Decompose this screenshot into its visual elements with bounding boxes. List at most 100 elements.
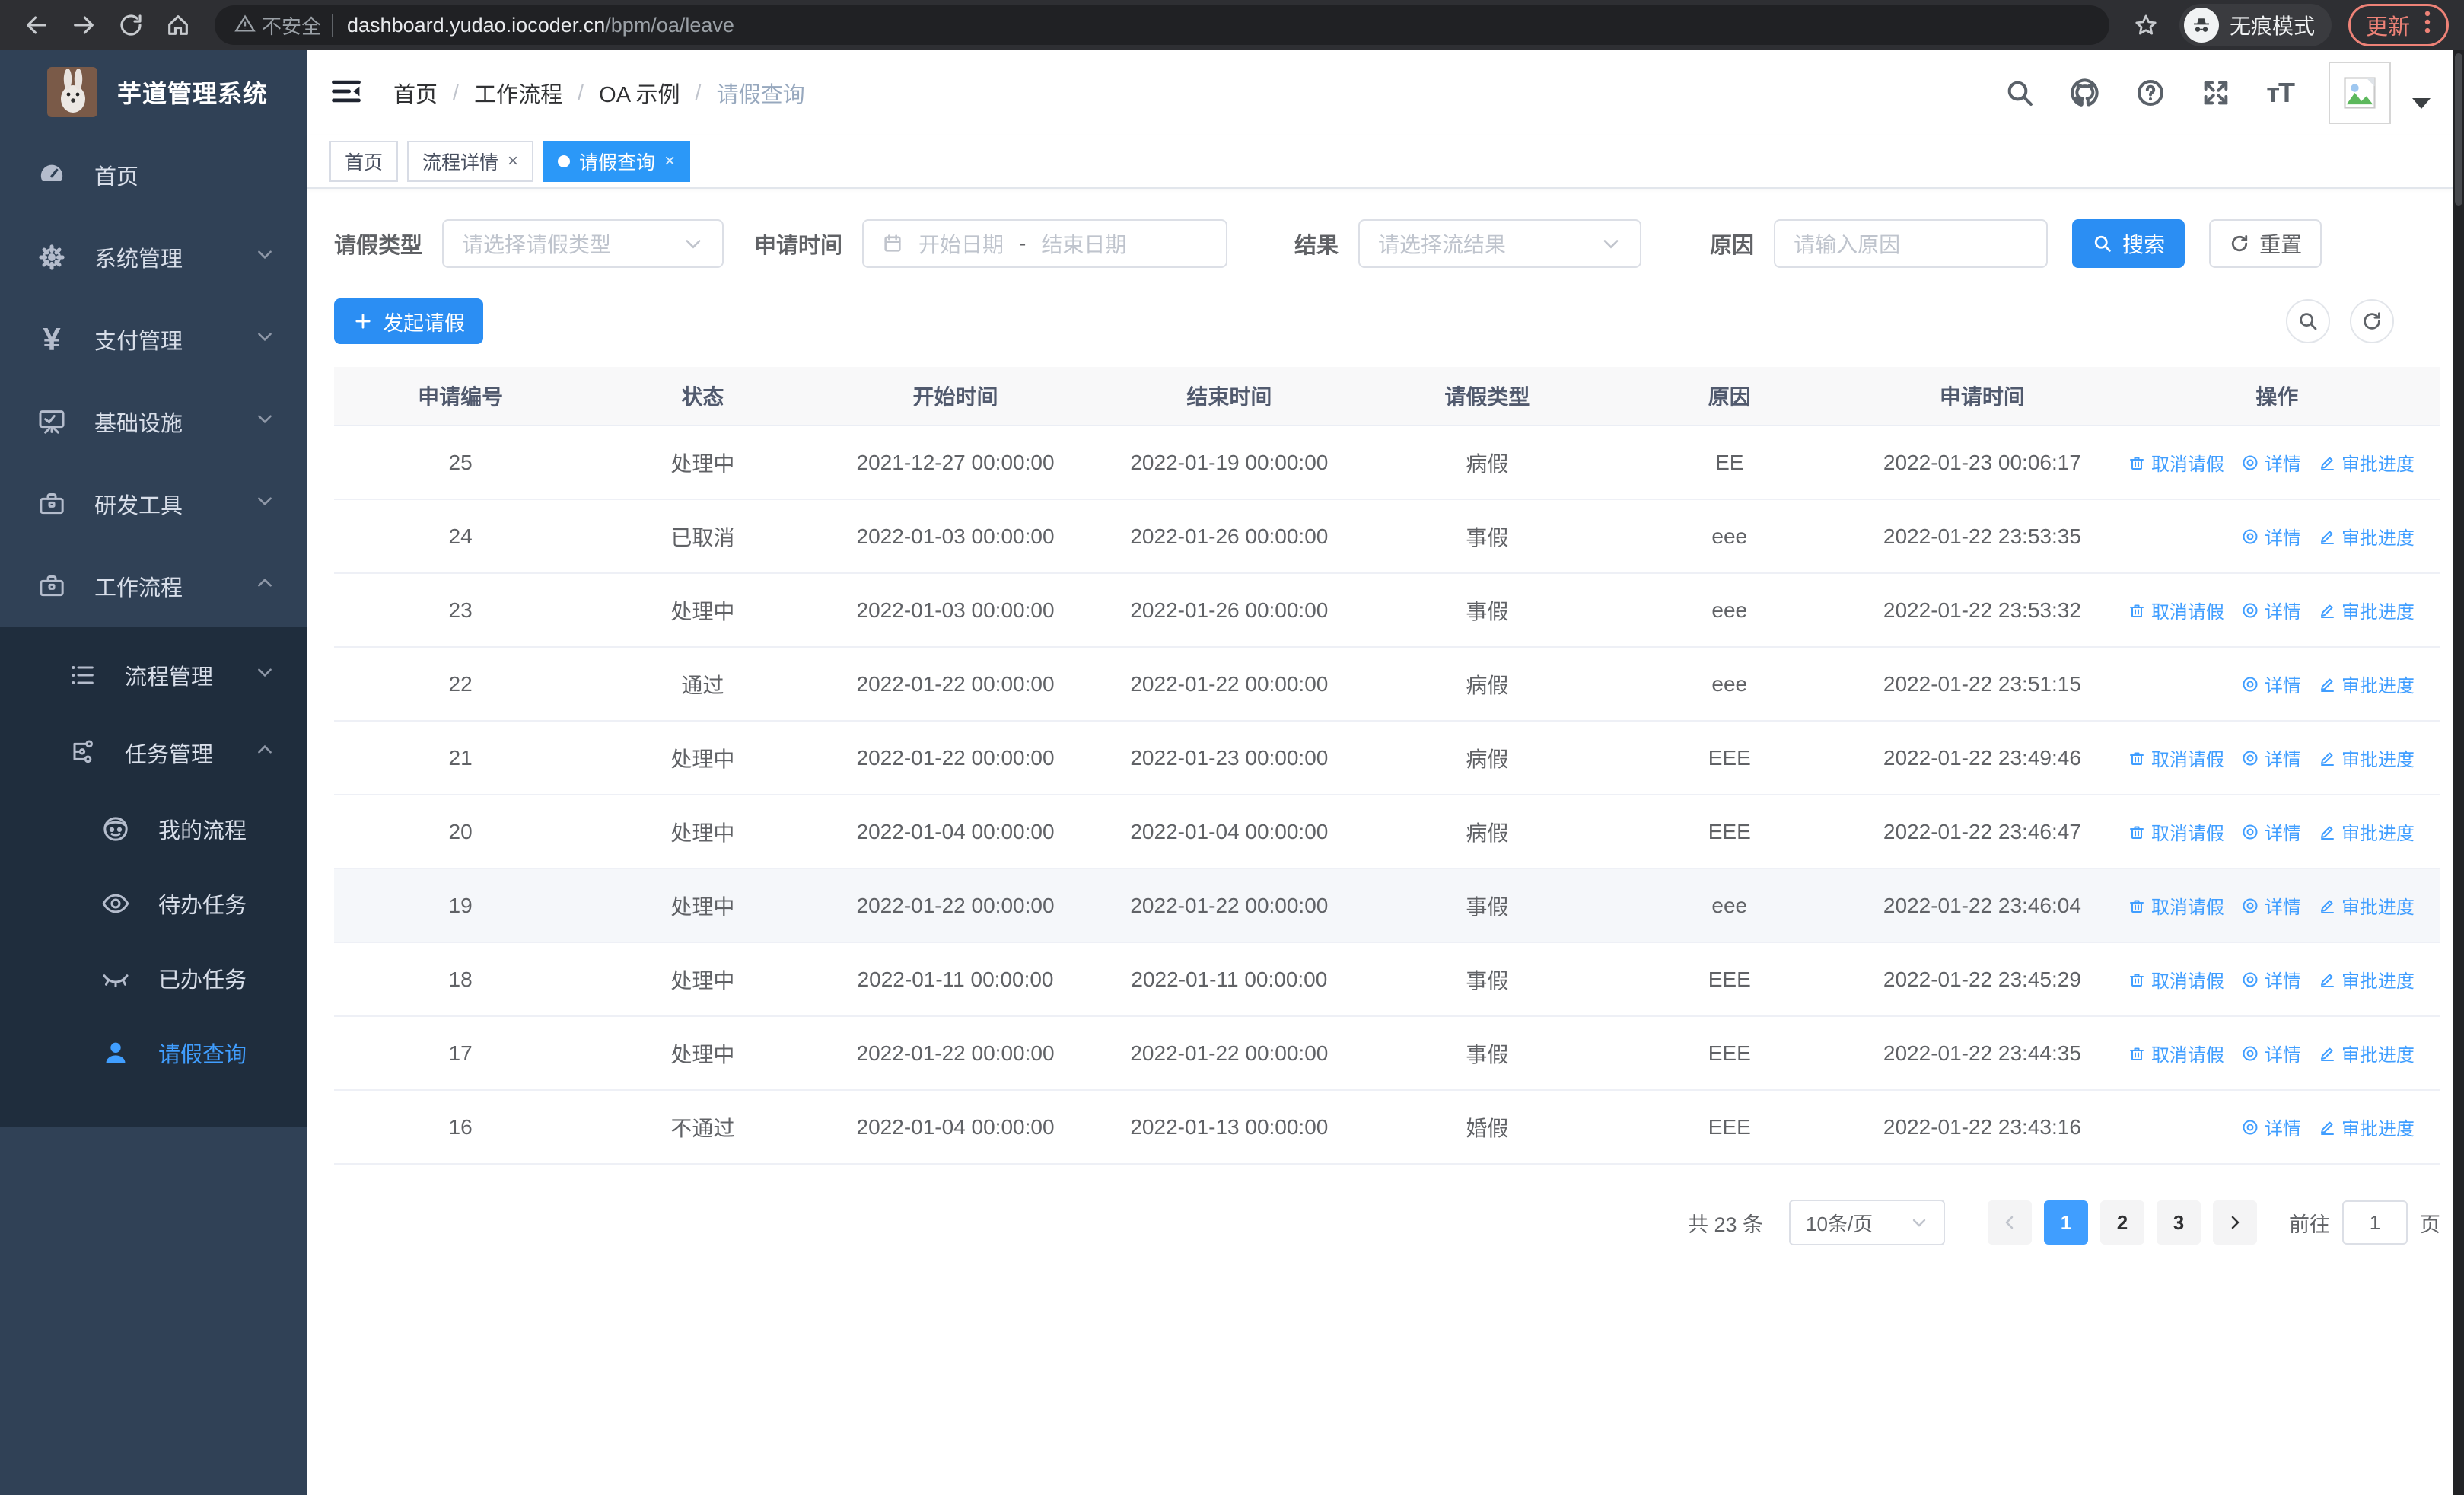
page-scrollbar[interactable] xyxy=(2453,50,2464,1495)
github-icon[interactable] xyxy=(2070,78,2100,108)
page-button-1[interactable]: 1 xyxy=(2044,1200,2088,1245)
action-progress-link[interactable]: 审批进度 xyxy=(2318,966,2415,993)
search-button[interactable]: 搜索 xyxy=(2072,219,2185,268)
action-detail-link[interactable]: 详情 xyxy=(2241,744,2301,771)
action-detail-link[interactable]: 详情 xyxy=(2241,671,2301,697)
font-size-icon[interactable]: ᴛT xyxy=(2266,77,2295,109)
actions-cell: 取消请假 详情 审批进度 xyxy=(2114,966,2440,993)
page-button-2[interactable]: 2 xyxy=(2100,1200,2144,1245)
page-button-3[interactable]: 3 xyxy=(2157,1200,2201,1245)
action-detail-link[interactable]: 详情 xyxy=(2241,1040,2301,1066)
action-progress-link[interactable]: 审批进度 xyxy=(2318,818,2415,845)
browser-toolbar: 不安全 dashboard.yudao.iocoder.cn /bpm/oa/l… xyxy=(0,0,2464,50)
action-progress-link[interactable]: 审批进度 xyxy=(2318,597,2415,623)
bookmark-star-icon[interactable] xyxy=(2125,4,2167,46)
view-icon xyxy=(2243,1120,2258,1134)
pencil-icon xyxy=(2320,1047,2334,1061)
browser-update-button[interactable]: 更新 xyxy=(2348,4,2449,46)
reason-cell: EE xyxy=(1715,450,1744,474)
pagination-total: 共 23 条 xyxy=(1687,1213,1763,1236)
tab-leave-query[interactable]: 请假查询 × xyxy=(543,141,691,182)
page-size-select[interactable]: 10条/页 xyxy=(1789,1200,1945,1245)
action-progress-link[interactable]: 审批进度 xyxy=(2318,1114,2415,1140)
tab-home[interactable]: 首页 xyxy=(329,141,399,182)
sidebar-item-todo-tasks[interactable]: 待办任务 xyxy=(0,866,307,941)
sidebar-item-payment[interactable]: ¥ 支付管理 xyxy=(0,298,307,381)
toggle-search-button[interactable] xyxy=(2286,299,2330,343)
tab-close-icon[interactable]: × xyxy=(664,151,675,172)
action-detail-link[interactable]: 详情 xyxy=(2241,1114,2301,1140)
action-detail-link[interactable]: 详情 xyxy=(2241,597,2301,623)
breadcrumb-item[interactable]: 首页 xyxy=(393,77,438,109)
scrollbar-thumb[interactable] xyxy=(2455,53,2462,206)
refresh-table-button[interactable] xyxy=(2350,299,2394,343)
app-logo-row: 芋道管理系统 xyxy=(0,50,307,134)
end-time-cell: 2022-01-22 00:00:00 xyxy=(1130,893,1329,917)
sidebar-item-task-management[interactable]: 任务管理 xyxy=(0,714,307,792)
help-icon[interactable] xyxy=(2135,78,2166,108)
tab-close-icon[interactable]: × xyxy=(508,151,518,172)
sidebar-item-label: 基础设施 xyxy=(94,412,183,436)
table-row: 18 处理中 2022-01-11 00:00:00 2022-01-11 00:00… xyxy=(334,943,2440,1017)
leave-type-select[interactable]: 请选择请假类型 xyxy=(442,219,724,268)
table-row: 16 不通过 2022-01-04 00:00:00 2022-01-13 00:00… xyxy=(334,1091,2440,1165)
fullscreen-icon[interactable] xyxy=(2201,78,2231,108)
action-detail-link[interactable]: 详情 xyxy=(2241,966,2301,993)
avatar[interactable] xyxy=(2329,62,2391,124)
breadcrumb-item[interactable]: 工作流程 xyxy=(474,77,562,109)
apply-time-range-picker[interactable]: 开始日期 - 结束日期 xyxy=(862,219,1228,268)
sidebar-item-system[interactable]: 系统管理 xyxy=(0,216,307,298)
actions-cell: 详情 审批进度 xyxy=(2114,523,2440,550)
action-progress-link[interactable]: 审批进度 xyxy=(2318,1040,2415,1066)
sidebar-item-done-tasks[interactable]: 已办任务 xyxy=(0,941,307,1015)
action-detail-link[interactable]: 详情 xyxy=(2241,818,2301,845)
next-page-button[interactable] xyxy=(2213,1200,2257,1245)
create-leave-button[interactable]: 发起请假 xyxy=(334,298,483,344)
action-progress-link[interactable]: 审批进度 xyxy=(2318,671,2415,697)
reset-button[interactable]: 重置 xyxy=(2209,219,2322,268)
browser-forward-button[interactable] xyxy=(62,4,105,46)
browser-back-button[interactable] xyxy=(15,4,58,46)
view-icon xyxy=(2243,455,2258,470)
action-progress-link[interactable]: 审批进度 xyxy=(2318,892,2415,919)
sidebar-item-dev-tools[interactable]: 研发工具 xyxy=(0,463,307,545)
url-bar[interactable]: 不安全 dashboard.yudao.iocoder.cn /bpm/oa/l… xyxy=(215,5,2109,45)
sidebar-collapse-icon[interactable] xyxy=(329,75,363,112)
sidebar: 芋道管理系统 首页 系统管理 ¥ 支付管理 基础设施 研发工具 工作流程 流程管… xyxy=(0,50,307,1495)
action-detail-link[interactable]: 详情 xyxy=(2241,449,2301,476)
security-label[interactable]: 不安全 xyxy=(262,11,321,40)
action-cancel-link[interactable]: 取消请假 xyxy=(2128,892,2224,919)
action-cancel-link[interactable]: 取消请假 xyxy=(2128,966,2224,993)
sidebar-item-leave-query[interactable]: 请假查询 xyxy=(0,1015,307,1090)
apply-time-cell: 2022-01-22 23:49:46 xyxy=(1883,745,2081,770)
action-progress-link[interactable]: 审批进度 xyxy=(2318,449,2415,476)
browser-menu-icon[interactable] xyxy=(2424,10,2431,40)
action-cancel-link[interactable]: 取消请假 xyxy=(2128,744,2224,771)
search-icon[interactable] xyxy=(2004,78,2035,108)
goto-page-input[interactable]: 1 xyxy=(2342,1200,2408,1245)
action-cancel-link[interactable]: 取消请假 xyxy=(2128,449,2224,476)
url-divider xyxy=(332,14,334,37)
sidebar-item-home[interactable]: 首页 xyxy=(0,134,307,216)
sidebar-item-my-process[interactable]: 我的流程 xyxy=(0,792,307,866)
action-progress-link[interactable]: 审批进度 xyxy=(2318,523,2415,550)
sidebar-item-infrastructure[interactable]: 基础设施 xyxy=(0,381,307,463)
action-cancel-link[interactable]: 取消请假 xyxy=(2128,818,2224,845)
table-body: 25 处理中 2021-12-27 00:00:00 2022-01-19 00:00… xyxy=(334,426,2440,1165)
action-detail-link[interactable]: 详情 xyxy=(2241,892,2301,919)
sidebar-item-process-management[interactable]: 流程管理 xyxy=(0,636,307,714)
action-detail-link[interactable]: 详情 xyxy=(2241,523,2301,550)
prev-page-button[interactable] xyxy=(1988,1200,2032,1245)
action-cancel-link[interactable]: 取消请假 xyxy=(2128,1040,2224,1066)
tab-process-detail[interactable]: 流程详情 × xyxy=(407,141,534,182)
browser-home-button[interactable] xyxy=(157,4,199,46)
action-progress-link[interactable]: 审批进度 xyxy=(2318,744,2415,771)
reason-input[interactable]: 请输入原因 xyxy=(1774,219,2049,268)
breadcrumb-item[interactable]: OA 示例 xyxy=(599,77,680,109)
avatar-caret-icon[interactable] xyxy=(2412,98,2431,109)
result-select[interactable]: 请选择流结果 xyxy=(1358,219,1642,268)
action-cancel-link[interactable]: 取消请假 xyxy=(2128,597,2224,623)
sidebar-item-workflow[interactable]: 工作流程 xyxy=(0,545,307,627)
browser-reload-button[interactable] xyxy=(110,4,152,46)
apply-id-cell: 18 xyxy=(448,967,473,991)
